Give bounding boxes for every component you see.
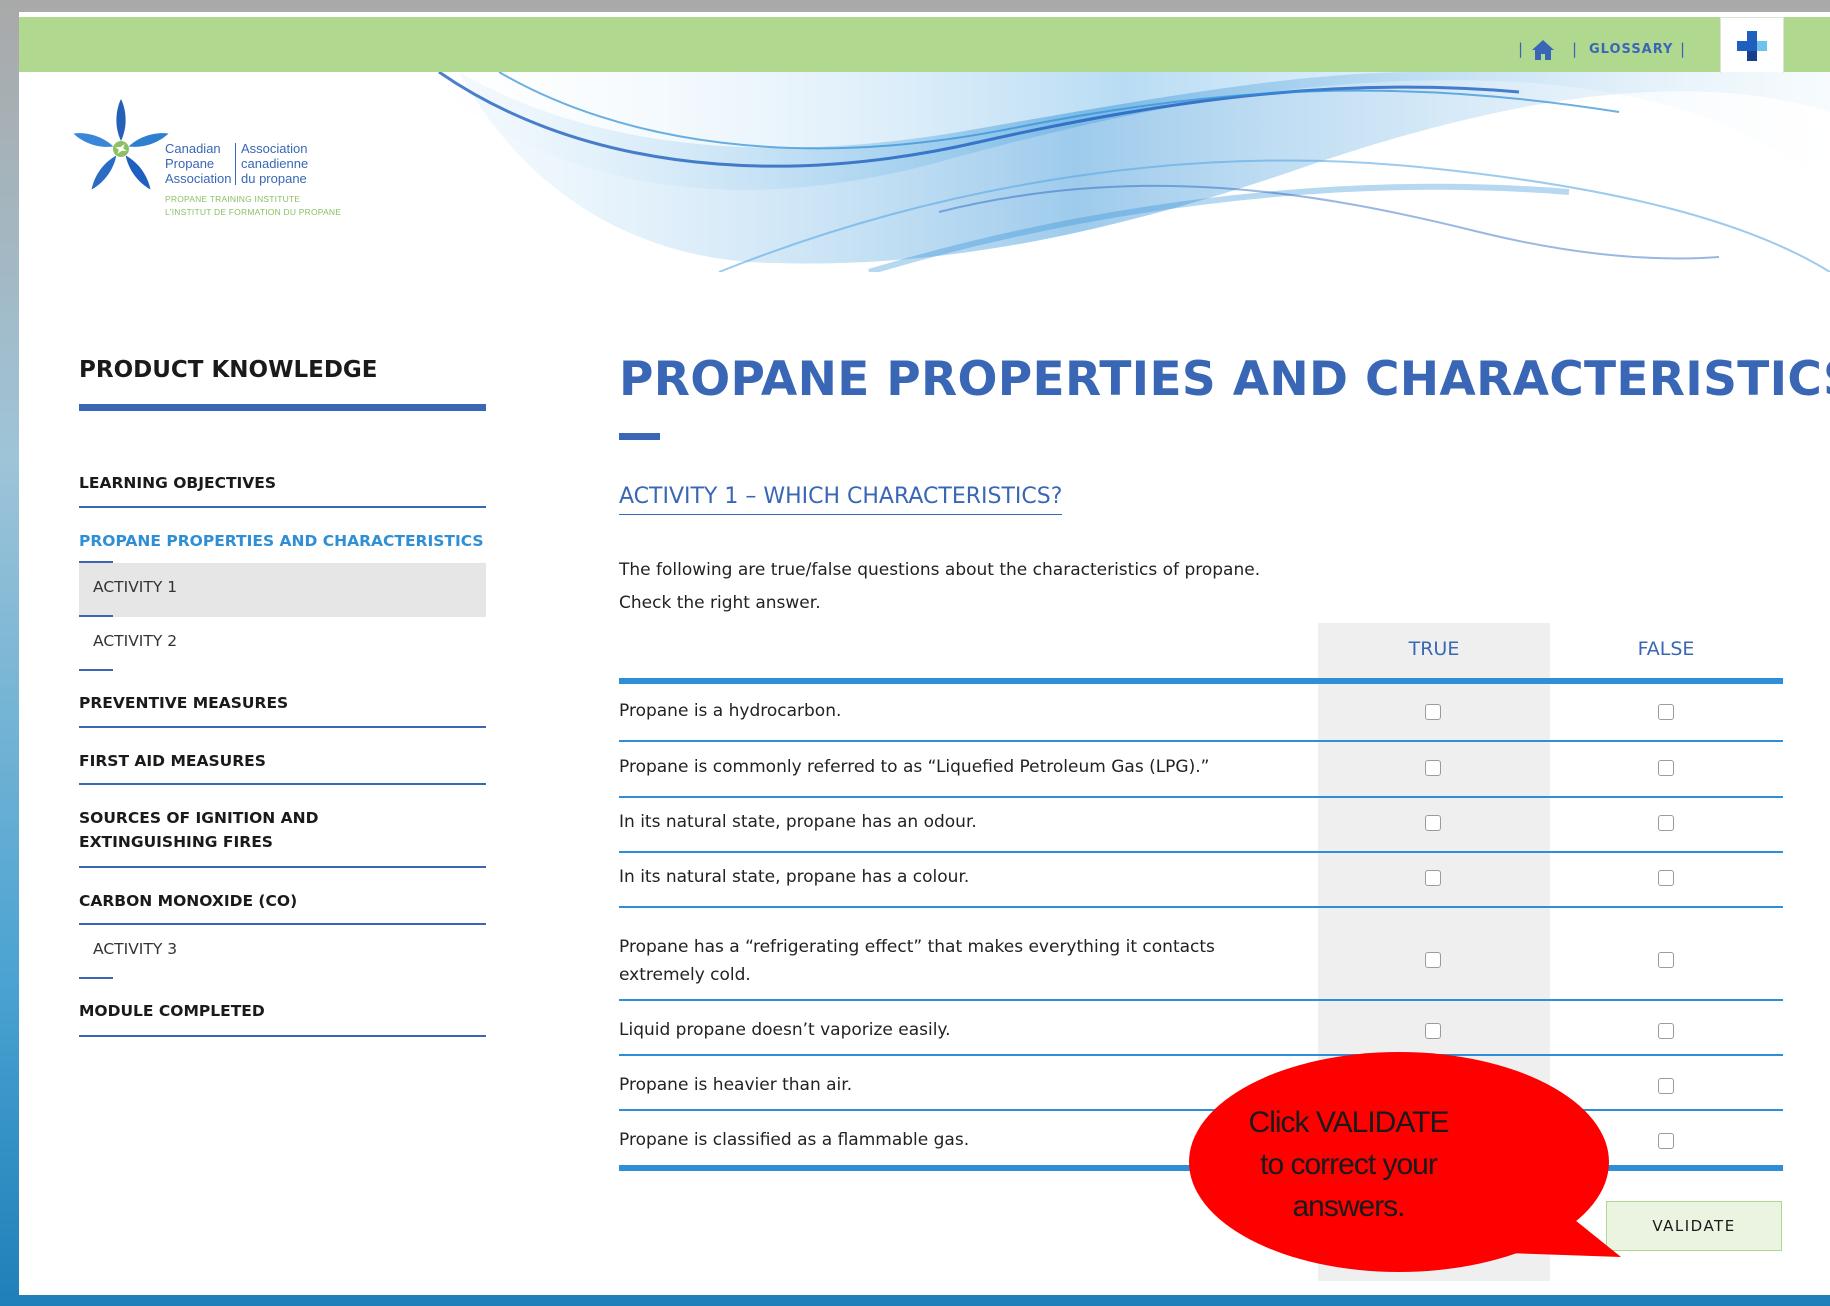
logo-sub-fr: L'INSTITUT DE FORMATION DU PROPANE [165, 207, 342, 217]
false-checkbox[interactable] [1658, 1078, 1674, 1094]
callout-text: Click VALIDATE to correct your answers. [1186, 1102, 1511, 1228]
false-checkbox[interactable] [1658, 1133, 1674, 1149]
false-checkbox[interactable] [1658, 952, 1674, 968]
sidebar-item-sources-of-ignition[interactable]: SOURCES OF IGNITION AND EXTINGUISHING FI… [79, 806, 459, 854]
activity-heading: ACTIVITY 1 – WHICH CHARACTERISTICS? [619, 484, 1063, 515]
false-checkbox[interactable] [1658, 870, 1674, 886]
row-divider [619, 796, 1783, 798]
logo-line: Propane [165, 156, 215, 171]
logo-name-fr: Association canadienne du propane [241, 141, 308, 186]
cpa-logo: Canadian Propane Association Association… [74, 97, 374, 247]
logo-line: Association [165, 171, 232, 186]
true-checkbox[interactable] [1425, 704, 1441, 720]
plus-icon [1737, 31, 1767, 61]
divider [79, 669, 113, 671]
title-accent-bar [619, 433, 660, 440]
sidebar-item-first-aid[interactable]: FIRST AID MEASURES [79, 749, 486, 773]
divider [79, 783, 486, 785]
logo-line: Association [241, 141, 308, 156]
logo-divider [235, 143, 236, 185]
divider [79, 977, 113, 979]
separator: | [1572, 40, 1578, 58]
sidebar-title: PRODUCT KNOWLEDGE [79, 357, 378, 383]
sidebar-item-learning-objectives[interactable]: LEARNING OBJECTIVES [79, 471, 486, 495]
sidebar-subitem-activity-2[interactable]: ACTIVITY 2 [79, 617, 486, 671]
row-divider [619, 851, 1783, 853]
page-title: PROPANE PROPERTIES AND CHARACTERISTICS [619, 352, 1830, 407]
intro-text: The following are true/false questions a… [619, 560, 1261, 580]
divider [79, 506, 486, 508]
home-icon[interactable] [1531, 39, 1555, 61]
callout-line: answers. [1292, 1190, 1405, 1223]
row-divider [619, 999, 1783, 1001]
sidebar-subitem-label: ACTIVITY 2 [93, 632, 178, 650]
logo-sub-en: PROPANE TRAINING INSTITUTE [165, 194, 301, 204]
false-checkbox[interactable] [1658, 815, 1674, 831]
logo-name-en: Canadian Propane Association [165, 141, 231, 186]
separator: | [1680, 40, 1686, 58]
false-checkbox[interactable] [1658, 760, 1674, 776]
question-text: Propane has a “refrigerating effect” tha… [619, 937, 1215, 985]
true-checkbox[interactable] [1425, 1023, 1441, 1039]
banner-swoosh [419, 72, 1830, 272]
sidebar-item-propane-properties[interactable]: PROPANE PROPERTIES AND CHARACTERISTICS [79, 529, 486, 553]
glossary-link[interactable]: GLOSSARY [1589, 42, 1673, 57]
true-checkbox[interactable] [1425, 952, 1441, 968]
sidebar-item-module-completed[interactable]: MODULE COMPLETED [79, 999, 486, 1023]
intro-text: Check the right answer. [619, 593, 821, 613]
logo-line: du propane [241, 171, 307, 186]
false-checkbox[interactable] [1658, 1023, 1674, 1039]
logo-line: Canadian [165, 141, 221, 156]
question-text: Propane is a hydrocarbon. [619, 701, 842, 721]
logo-line: canadienne [241, 156, 309, 171]
course-window: | | GLOSSARY | Canadian Propane Associat… [19, 12, 1830, 1295]
column-header-true: TRUE [1408, 638, 1460, 660]
plus-tab[interactable] [1720, 17, 1784, 73]
top-bar: | | GLOSSARY | [19, 17, 1830, 72]
divider [79, 726, 486, 728]
sidebar-subitem-activity-1[interactable]: ACTIVITY 1 [79, 563, 486, 617]
row-divider [619, 906, 1783, 908]
column-header-false: FALSE [1637, 638, 1695, 660]
flower-logo-icon [74, 99, 169, 190]
question-text: In its natural state, propane has a colo… [619, 867, 970, 887]
true-checkbox[interactable] [1425, 870, 1441, 886]
question-text: In its natural state, propane has an odo… [619, 812, 977, 832]
sidebar-subitem-label: ACTIVITY 1 [93, 578, 178, 596]
sidebar-subitem-label: ACTIVITY 3 [93, 940, 178, 958]
table-top-rule [619, 678, 1783, 684]
sidebar-subitem-activity-3[interactable]: ACTIVITY 3 [79, 925, 486, 979]
row-divider [619, 740, 1783, 742]
sidebar-item-preventive-measures[interactable]: PREVENTIVE MEASURES [79, 691, 486, 715]
sidebar-title-underline [79, 404, 486, 411]
callout-line: to correct your [1260, 1148, 1438, 1181]
sidebar-item-carbon-monoxide[interactable]: CARBON MONOXIDE (CO) [79, 889, 486, 913]
question-text: Propane is commonly referred to as “Liqu… [619, 757, 1210, 777]
separator: | [1518, 40, 1524, 58]
callout-line: Click VALIDATE [1248, 1106, 1450, 1139]
question-text: Liquid propane doesn’t vaporize easily. [619, 1020, 951, 1040]
true-checkbox[interactable] [1425, 760, 1441, 776]
true-checkbox[interactable] [1425, 815, 1441, 831]
false-checkbox[interactable] [1658, 704, 1674, 720]
divider [79, 1035, 486, 1037]
divider [79, 866, 486, 868]
